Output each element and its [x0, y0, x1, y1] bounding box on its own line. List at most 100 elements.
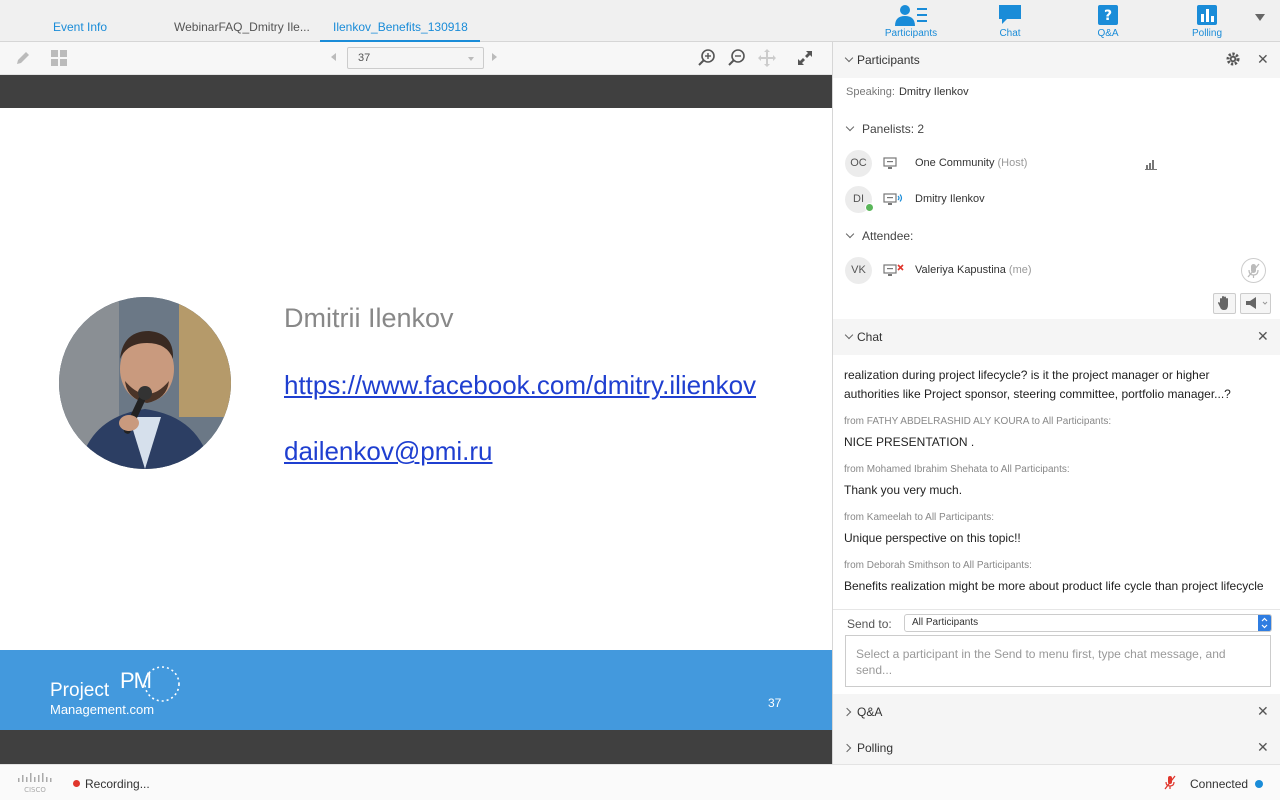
panel-tab-participants[interactable]: Participants: [871, 0, 951, 42]
select-arrows-icon: [1258, 615, 1271, 631]
chevron-down-icon: [845, 229, 855, 239]
close-icon[interactable]: ✕: [1257, 704, 1269, 718]
chevron-down-icon: [844, 330, 854, 340]
computer-audio-icon: [883, 157, 897, 169]
status-bar: CISCO Recording... Connected: [0, 764, 1280, 800]
participant-name-text: Dmitry Ilenkov: [915, 193, 985, 205]
participant-role: (Host): [997, 157, 1028, 169]
participant-row[interactable]: OC One Community (Host): [833, 150, 1280, 180]
speaking-label: Speaking:: [846, 86, 895, 98]
send-to-value: All Participants: [912, 617, 979, 628]
chevron-right-icon: [842, 743, 852, 753]
panel-tab-label: Polling: [1191, 28, 1223, 39]
logo-burst-icon: [144, 666, 180, 702]
recording-dot-icon: [73, 780, 80, 787]
more-menu-arrow-icon[interactable]: [1255, 14, 1265, 21]
pencil-icon[interactable]: [13, 48, 33, 68]
svg-text:?: ?: [1104, 8, 1112, 24]
participant-row[interactable]: VK Valeriya Kapustina (me): [833, 257, 1280, 287]
megaphone-icon: [1246, 297, 1268, 309]
qa-header[interactable]: Q&A ✕: [833, 694, 1280, 730]
panel-tab-label: Participants: [884, 28, 938, 39]
chat-message: Thank you very much.: [844, 483, 963, 497]
zoom-in-icon[interactable]: [697, 48, 717, 68]
zoom-out-icon[interactable]: [727, 48, 747, 68]
megaphone-menu-button[interactable]: [1240, 293, 1271, 314]
chat-message: Benefits realization might be more about…: [844, 579, 1264, 593]
chat-message-list[interactable]: realization during project lifecycle? is…: [833, 356, 1280, 608]
fullscreen-icon[interactable]: [795, 48, 815, 68]
facebook-link[interactable]: https://www.facebook.com/dmitry.ilienkov: [284, 370, 756, 401]
slide-page-number: 37: [768, 696, 782, 710]
thumbnails-grid-icon[interactable]: [49, 48, 69, 68]
chat-title: Chat: [857, 330, 883, 344]
participant-name-text: One Community: [915, 157, 995, 169]
chat-bubble-icon: [999, 5, 1021, 24]
recording-status[interactable]: Recording...: [85, 777, 150, 791]
logo-project-text: Project: [50, 680, 110, 701]
panel-tab-qa[interactable]: ? Q&A: [1068, 0, 1148, 42]
participant-name: Valeriya Kapustina (me): [915, 264, 1032, 276]
panel-tab-label: Q&A: [1097, 28, 1119, 39]
panel-tab-label: Chat: [999, 28, 1021, 39]
mute-button[interactable]: [1241, 258, 1266, 283]
panelists-group-header[interactable]: Panelists: 2: [845, 122, 925, 136]
panelists-label: Panelists: 2: [862, 122, 925, 136]
avatar: VK: [845, 257, 872, 284]
speaker-name: Dmitrii Ilenkov: [284, 303, 454, 333]
microphone-muted-icon[interactable]: [1163, 774, 1177, 792]
pan-move-icon[interactable]: [757, 48, 777, 68]
participants-header[interactable]: Participants ✕: [833, 42, 1280, 78]
question-icon: ?: [1098, 5, 1118, 25]
presentation-slide: Dmitrii Ilenkov https://www.facebook.com…: [0, 75, 832, 764]
participant-row[interactable]: DI Dmitry Ilenkov: [833, 186, 1280, 216]
panel-tab-chat[interactable]: Chat: [970, 0, 1050, 42]
close-icon[interactable]: ✕: [1257, 329, 1269, 343]
email-link[interactable]: dailenkov@pmi.ru: [284, 436, 492, 467]
chevron-down-icon: [468, 57, 474, 61]
speaking-name: Dmitry Ilenkov: [898, 86, 969, 98]
chat-sender: from Deborah Smithson to All Participant…: [844, 560, 1032, 571]
chat-sender: from Kameelah to All Participants:: [844, 512, 995, 523]
tab-event-info[interactable]: Event Info: [53, 0, 133, 42]
polling-title: Polling: [857, 741, 894, 755]
cisco-logo-icon: CISCO: [18, 773, 52, 794]
send-to-select[interactable]: All Participants: [904, 614, 1272, 632]
avatar: DI: [845, 186, 874, 213]
attendee-label: Attendee:: [862, 229, 914, 243]
computer-muted-icon: [883, 264, 904, 276]
chevron-down-icon: [844, 53, 854, 63]
polling-header[interactable]: Polling ✕: [833, 730, 1280, 764]
top-bar: Event Info WebinarFAQ_Dmitry Ile... Ilen…: [0, 0, 1280, 42]
chat-sender: from Mohamed Ibrahim Shehata to All Part…: [844, 464, 1070, 475]
close-icon[interactable]: ✕: [1257, 52, 1269, 66]
microphone-off-icon: [1247, 263, 1260, 278]
close-icon[interactable]: ✕: [1257, 740, 1269, 754]
page-number-select[interactable]: 37: [347, 47, 484, 69]
avatar-initials: DI: [853, 193, 864, 205]
participant-name-text: Valeriya Kapustina: [915, 264, 1006, 276]
slide-bottom-band: [0, 730, 832, 764]
participant-role: (me): [1008, 264, 1032, 276]
next-page-icon[interactable]: [492, 53, 497, 61]
polling-chart-icon: [1197, 5, 1217, 25]
chat-header[interactable]: Chat ✕: [833, 319, 1280, 355]
avatar: OC: [845, 150, 872, 177]
tab-webinar-faq[interactable]: WebinarFAQ_Dmitry Ile...: [174, 0, 309, 42]
gear-icon[interactable]: [1225, 51, 1241, 67]
chat-sender: from FATHY ABDELRASHID ALY KOURA to All …: [844, 416, 1112, 427]
send-to-row: Send to: All Participants: [833, 609, 1280, 633]
attendee-group-header[interactable]: Attendee:: [845, 229, 914, 243]
computer-speaking-icon: [883, 193, 903, 205]
chat-message-input[interactable]: Select a participant in the Send to menu…: [845, 635, 1271, 687]
participants-icon: [895, 5, 927, 26]
tab-benefits[interactable]: Ilenkov_Benefits_130918: [320, 0, 480, 42]
speaking-indicator: Speaking: Dmitry Ilenkov: [846, 86, 969, 98]
speaker-photo: [59, 297, 231, 469]
slide-footer: Project PM Management.com 37: [0, 650, 832, 730]
side-panel: Participants ✕ Speaking: Dmitry Ilenkov P…: [832, 42, 1280, 764]
previous-page-icon[interactable]: [331, 53, 336, 61]
raise-hand-button[interactable]: [1213, 293, 1236, 314]
connection-dot-icon: [1255, 780, 1263, 788]
panel-tab-polling[interactable]: Polling: [1167, 0, 1247, 42]
